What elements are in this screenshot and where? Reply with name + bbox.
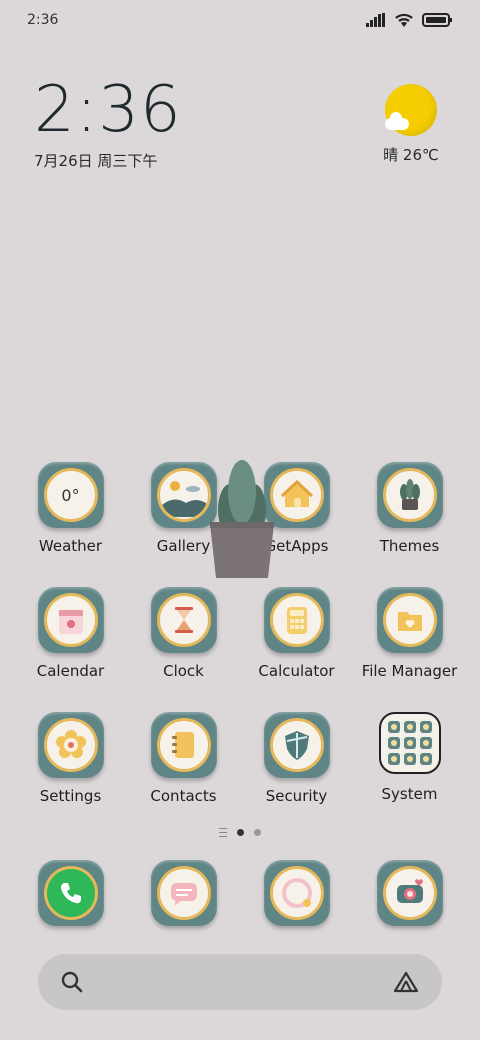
battery-icon <box>422 13 452 27</box>
phone-icon <box>37 860 104 926</box>
file-manager-icon <box>376 587 443 653</box>
weather-icon: 0° <box>37 462 104 528</box>
app-label: GetApps <box>264 537 329 555</box>
search-icon[interactable] <box>60 970 84 994</box>
messages-icon <box>150 860 217 926</box>
wifi-icon <box>395 13 413 27</box>
app-row-3: Settings Contacts Security System <box>14 712 466 805</box>
dock-camera[interactable] <box>353 860 466 926</box>
page-dot-active[interactable] <box>237 829 244 836</box>
security-icon <box>263 712 330 778</box>
signal-icon <box>366 13 385 27</box>
calendar-icon <box>37 587 104 653</box>
calculator-icon <box>263 587 330 653</box>
status-bar: 2:36 <box>0 0 480 40</box>
app-calendar[interactable]: Calendar <box>14 587 127 680</box>
contacts-icon <box>150 712 217 778</box>
widget-time: 2:36 <box>34 73 182 147</box>
app-system-folder[interactable]: System <box>353 712 466 805</box>
clock-icon <box>150 587 217 653</box>
app-settings[interactable]: Settings <box>14 712 127 805</box>
dock-messages[interactable] <box>127 860 240 926</box>
system-folder-icon <box>378 712 441 774</box>
gallery-icon <box>150 462 217 528</box>
app-label: Weather <box>38 537 103 555</box>
app-weather[interactable]: 0° Weather <box>14 462 127 555</box>
assistant-icon[interactable] <box>392 970 420 994</box>
weather-text: 晴 26℃ <box>383 146 439 164</box>
settings-icon <box>37 712 104 778</box>
weather-widget[interactable]: 晴 26℃ <box>376 84 446 165</box>
status-time: 2:36 <box>27 12 59 28</box>
app-row-2: Calendar Clock Calculator File Manager <box>14 587 466 680</box>
widget-date: 7月26日 周三下午 <box>34 152 158 170</box>
search-bar[interactable] <box>38 954 442 1010</box>
cactus-pot-decoration-icon <box>210 460 274 578</box>
app-label: Settings <box>39 787 102 805</box>
browser-icon <box>263 860 330 926</box>
app-drawer-indicator-icon[interactable] <box>219 828 227 837</box>
app-label: Themes <box>379 537 440 555</box>
app-label: Calendar <box>36 662 105 680</box>
themes-icon <box>376 462 443 528</box>
dock <box>14 860 466 926</box>
app-label: Contacts <box>150 787 217 805</box>
camera-icon <box>376 860 443 926</box>
app-label: Calculator <box>258 662 335 680</box>
app-label: File Manager <box>361 662 458 680</box>
app-contacts[interactable]: Contacts <box>127 712 240 805</box>
status-icons <box>366 12 454 28</box>
app-clock[interactable]: Clock <box>127 587 240 680</box>
page-dot[interactable] <box>254 829 261 836</box>
app-calculator[interactable]: Calculator <box>240 587 353 680</box>
app-label: System <box>381 785 438 803</box>
app-label: Security <box>265 787 328 805</box>
clock-widget[interactable]: 2:36 7月26日 周三下午 <box>34 78 182 171</box>
app-label: Gallery <box>156 537 211 555</box>
app-themes[interactable]: Themes <box>353 462 466 555</box>
app-security[interactable]: Security <box>240 712 353 805</box>
dock-phone[interactable] <box>14 860 127 926</box>
app-label: Clock <box>163 662 204 680</box>
app-file-manager[interactable]: File Manager <box>353 587 466 680</box>
dock-browser[interactable] <box>240 860 353 926</box>
sunny-weather-icon <box>385 84 437 136</box>
page-indicator[interactable] <box>0 828 480 837</box>
